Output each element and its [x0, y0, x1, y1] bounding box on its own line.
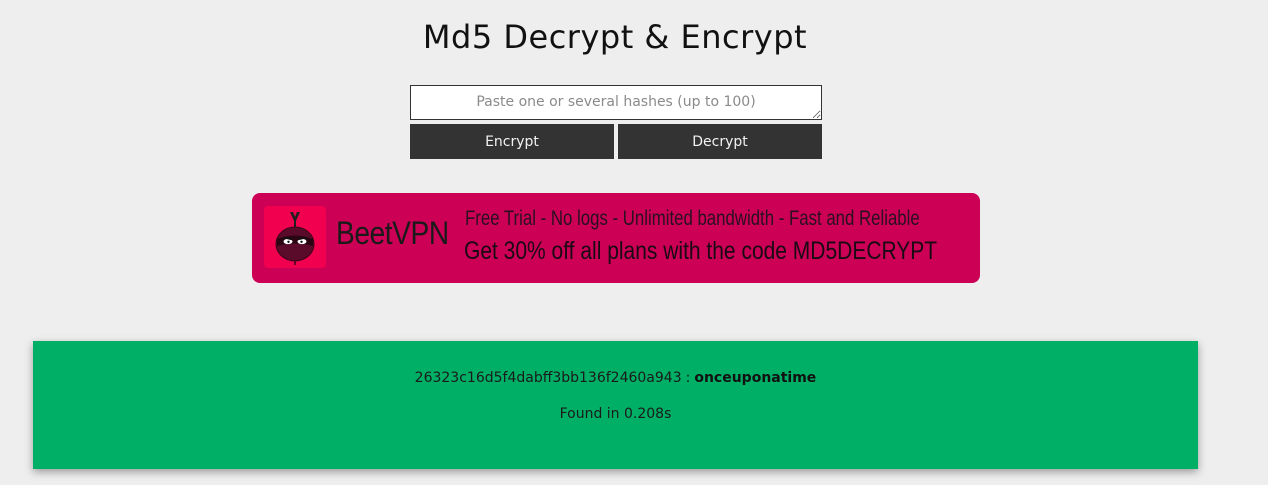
beet-ninja-icon [264, 206, 326, 268]
ad-brand: BeetVPN [336, 215, 449, 251]
result-hash: 26323c16d5f4dabff3bb136f2460a943 [414, 370, 682, 386]
result-plaintext: onceuponatime [694, 370, 817, 386]
ad-banner[interactable]: BeetVPN Free Trial - No logs - Unlimited… [252, 193, 980, 283]
result-separator: : [685, 370, 691, 386]
result-line: 26323c16d5f4dabff3bb136f2460a943: onceupo… [33, 370, 1198, 386]
decrypt-button[interactable]: Decrypt [618, 124, 822, 159]
ad-tagline: Free Trial - No logs - Unlimited bandwid… [465, 207, 920, 230]
result-time: Found in 0.208s [559, 406, 672, 422]
page: Md5 Decrypt & Encrypt Encrypt Decrypt [0, 0, 1268, 485]
page-title: Md5 Decrypt & Encrypt [422, 18, 808, 56]
encrypt-button[interactable]: Encrypt [410, 124, 614, 159]
ad-promo-text: Get 30% off all plans with the code MD5D… [464, 237, 938, 265]
result-panel: 26323c16d5f4dabff3bb136f2460a943: onceupo… [33, 341, 1198, 469]
hash-input[interactable] [410, 85, 822, 120]
